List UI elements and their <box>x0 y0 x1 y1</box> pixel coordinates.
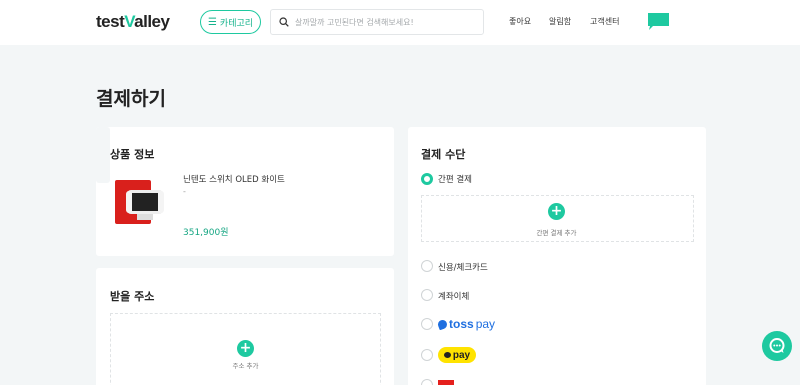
card-notch <box>96 127 110 183</box>
toss-logo-icon <box>436 318 449 330</box>
chat-icon[interactable] <box>647 12 670 30</box>
page-title: 결제하기 <box>96 88 166 110</box>
product-name[interactable]: 닌텐도 스위치 OLED 화이트 <box>183 173 285 185</box>
search-bar[interactable] <box>270 9 484 35</box>
chat-icon <box>769 338 785 353</box>
product-option: - <box>183 187 186 196</box>
radio-kakao-pay[interactable] <box>421 349 433 361</box>
add-address-label: 주소 추가 <box>232 362 259 370</box>
credit-card-label[interactable]: 신용/체크카드 <box>438 261 488 273</box>
radio-easy-pay[interactable] <box>421 173 433 185</box>
header-dropdown-edge <box>640 33 735 45</box>
plus-icon[interactable]: + <box>237 340 254 357</box>
product-price: 351,900원 <box>183 228 229 238</box>
floating-chat-button[interactable] <box>762 331 792 361</box>
payment-provider-logo[interactable] <box>438 380 454 385</box>
toss-pay-logo[interactable]: toss pay <box>436 317 495 331</box>
testvalley-logo[interactable]: testValley <box>96 12 170 32</box>
radio-toss-pay[interactable] <box>421 318 433 330</box>
radio-credit-card[interactable] <box>421 260 433 272</box>
payment-method-title: 결제 수단 <box>421 148 466 161</box>
search-icon <box>279 17 289 27</box>
product-image[interactable] <box>113 176 166 229</box>
search-input[interactable] <box>295 17 480 27</box>
nav-customer-center[interactable]: 고객센터 <box>590 16 619 27</box>
add-easy-pay-label: 간편 결제 추가 <box>536 229 577 237</box>
kakao-pay-logo[interactable]: pay <box>438 347 476 363</box>
nav-likes[interactable]: 좋아요 <box>509 16 531 27</box>
shipping-address-title: 받을 주소 <box>110 290 155 303</box>
nav-notifications[interactable]: 알림함 <box>549 16 571 27</box>
kakao-bubble-icon <box>443 352 451 358</box>
plus-icon[interactable]: + <box>548 203 565 220</box>
radio-bank-transfer[interactable] <box>421 289 433 301</box>
radio-next-payment[interactable] <box>421 379 433 385</box>
category-button[interactable]: ☰ 카테고리 <box>200 10 261 34</box>
bank-transfer-label[interactable]: 계좌이체 <box>438 290 469 302</box>
menu-icon: ☰ <box>207 16 217 28</box>
product-info-title: 상품 정보 <box>110 148 155 161</box>
easy-pay-label[interactable]: 간편 결제 <box>438 173 472 185</box>
